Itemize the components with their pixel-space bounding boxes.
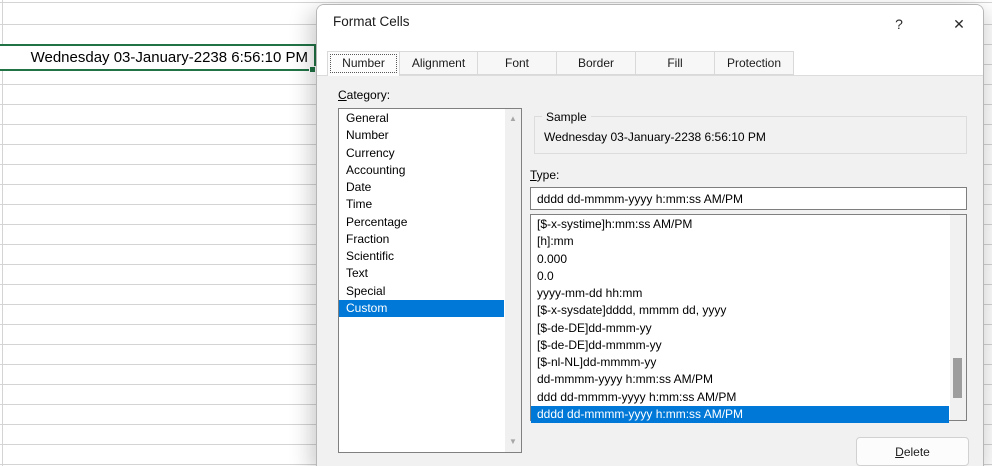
category-item[interactable]: Fraction	[339, 231, 504, 248]
sample-groupbox-label: Sample	[542, 110, 591, 124]
type-scrollbar[interactable]	[950, 215, 966, 420]
tab-border[interactable]: Border	[556, 51, 636, 75]
category-label: Category:	[338, 88, 390, 102]
close-icon[interactable]: ✕	[945, 12, 973, 36]
sample-value: Wednesday 03-January-2238 6:56:10 PM	[544, 130, 766, 144]
tab-font[interactable]: Font	[477, 51, 557, 75]
format-cells-dialog: Format Cells ? ✕ NumberAlignmentFontBord…	[316, 4, 984, 466]
tab-alignment[interactable]: Alignment	[399, 51, 478, 75]
cell-fill-handle[interactable]	[309, 66, 316, 73]
category-items: GeneralNumberCurrencyAccountingDateTimeP…	[339, 110, 504, 317]
type-option[interactable]: [h]:mm	[531, 233, 949, 250]
dialog-titlebar: Format Cells ? ✕ NumberAlignmentFontBord…	[317, 5, 983, 75]
category-item[interactable]: Date	[339, 179, 504, 196]
category-item[interactable]: Number	[339, 127, 504, 144]
type-input[interactable]	[530, 187, 967, 210]
type-scrollbar-thumb[interactable]	[953, 358, 962, 398]
tab-protection[interactable]: Protection	[714, 51, 794, 75]
category-item[interactable]: Time	[339, 196, 504, 213]
help-icon[interactable]: ?	[887, 12, 911, 36]
type-option[interactable]: [$-x-systime]h:mm:ss AM/PM	[531, 216, 949, 233]
type-option[interactable]: 0.000	[531, 251, 949, 268]
tab-number[interactable]: Number	[327, 51, 400, 76]
category-scrollbar[interactable]: ▲ ▼	[505, 109, 521, 452]
category-item[interactable]: Percentage	[339, 214, 504, 231]
category-listbox[interactable]: GeneralNumberCurrencyAccountingDateTimeP…	[338, 108, 522, 453]
category-item[interactable]: Text	[339, 265, 504, 282]
type-option[interactable]: [$-nl-NL]dd-mmmm-yy	[531, 354, 949, 371]
type-option[interactable]: [$-x-sysdate]dddd, mmmm dd, yyyy	[531, 302, 949, 319]
selected-cell[interactable]: Wednesday 03-January-2238 6:56:10 PM	[0, 44, 316, 71]
type-option[interactable]: yyyy-mm-dd hh:mm	[531, 285, 949, 302]
type-label: Type:	[530, 168, 559, 182]
scroll-up-icon[interactable]: ▲	[505, 112, 521, 126]
tab-strip: NumberAlignmentFontBorderFillProtection	[327, 51, 794, 76]
scroll-down-icon[interactable]: ▼	[505, 435, 521, 449]
category-item[interactable]: Scientific	[339, 248, 504, 265]
tab-fill[interactable]: Fill	[635, 51, 715, 75]
excel-screen: Wednesday 03-January-2238 6:56:10 PM For…	[0, 0, 992, 466]
type-items: [$-x-systime]h:mm:ss AM/PM[h]:mm0.0000.0…	[531, 216, 949, 423]
type-option[interactable]: dddd dd-mmmm-yyyy h:mm:ss AM/PM	[531, 406, 949, 423]
type-option[interactable]: ddd dd-mmmm-yyyy h:mm:ss AM/PM	[531, 389, 949, 406]
type-option[interactable]: dd-mmmm-yyyy h:mm:ss AM/PM	[531, 371, 949, 388]
type-listbox[interactable]: [$-x-systime]h:mm:ss AM/PM[h]:mm0.0000.0…	[530, 214, 967, 421]
delete-button[interactable]: Delete	[856, 437, 969, 466]
spreadsheet-gridline	[0, 2, 992, 3]
type-option[interactable]: [$-de-DE]dd-mmm-yy	[531, 320, 949, 337]
category-item[interactable]: Accounting	[339, 162, 504, 179]
category-item[interactable]: General	[339, 110, 504, 127]
category-item[interactable]: Currency	[339, 145, 504, 162]
type-option[interactable]: [$-de-DE]dd-mmmm-yy	[531, 337, 949, 354]
category-item[interactable]: Special	[339, 283, 504, 300]
category-item[interactable]: Custom	[339, 300, 504, 317]
type-option[interactable]: 0.0	[531, 268, 949, 285]
sample-groupbox: Sample Wednesday 03-January-2238 6:56:10…	[534, 116, 967, 154]
dialog-title: Format Cells	[333, 14, 410, 29]
